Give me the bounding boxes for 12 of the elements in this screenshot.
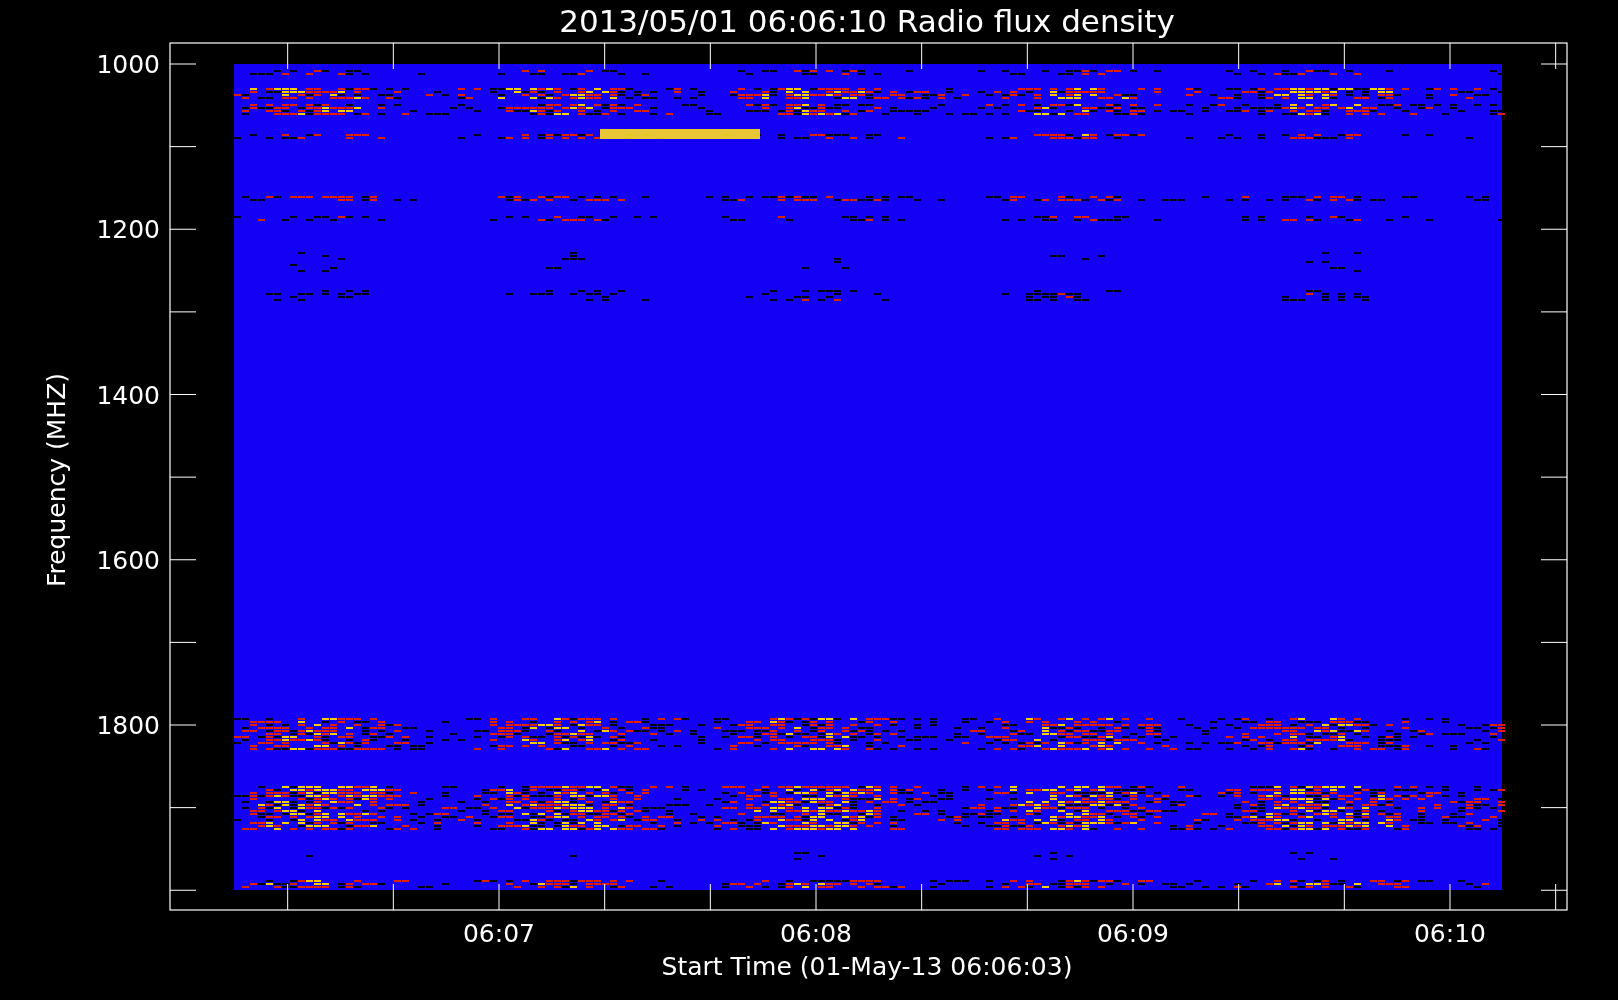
chart-title: 2013/05/01 06:06:10 Radio flux density — [559, 3, 1175, 39]
x-tick-label: 06:10 — [1414, 919, 1486, 948]
y-tick-label: 1800 — [96, 711, 160, 740]
x-tick-label: 06:09 — [1097, 919, 1169, 948]
x-tick-label: 06:07 — [463, 919, 535, 948]
y-axis-label: Frequency (MHZ) — [42, 372, 71, 588]
y-tick-label: 1200 — [96, 215, 160, 245]
y-tick-label: 1000 — [96, 50, 160, 79]
x-tick-label: 06:08 — [780, 919, 852, 948]
x-axis-label: Start Time (01-May-13 06:06:03) — [661, 952, 1073, 981]
y-tick-label: 1600 — [96, 545, 160, 575]
y-tick-label: 1400 — [96, 380, 160, 410]
